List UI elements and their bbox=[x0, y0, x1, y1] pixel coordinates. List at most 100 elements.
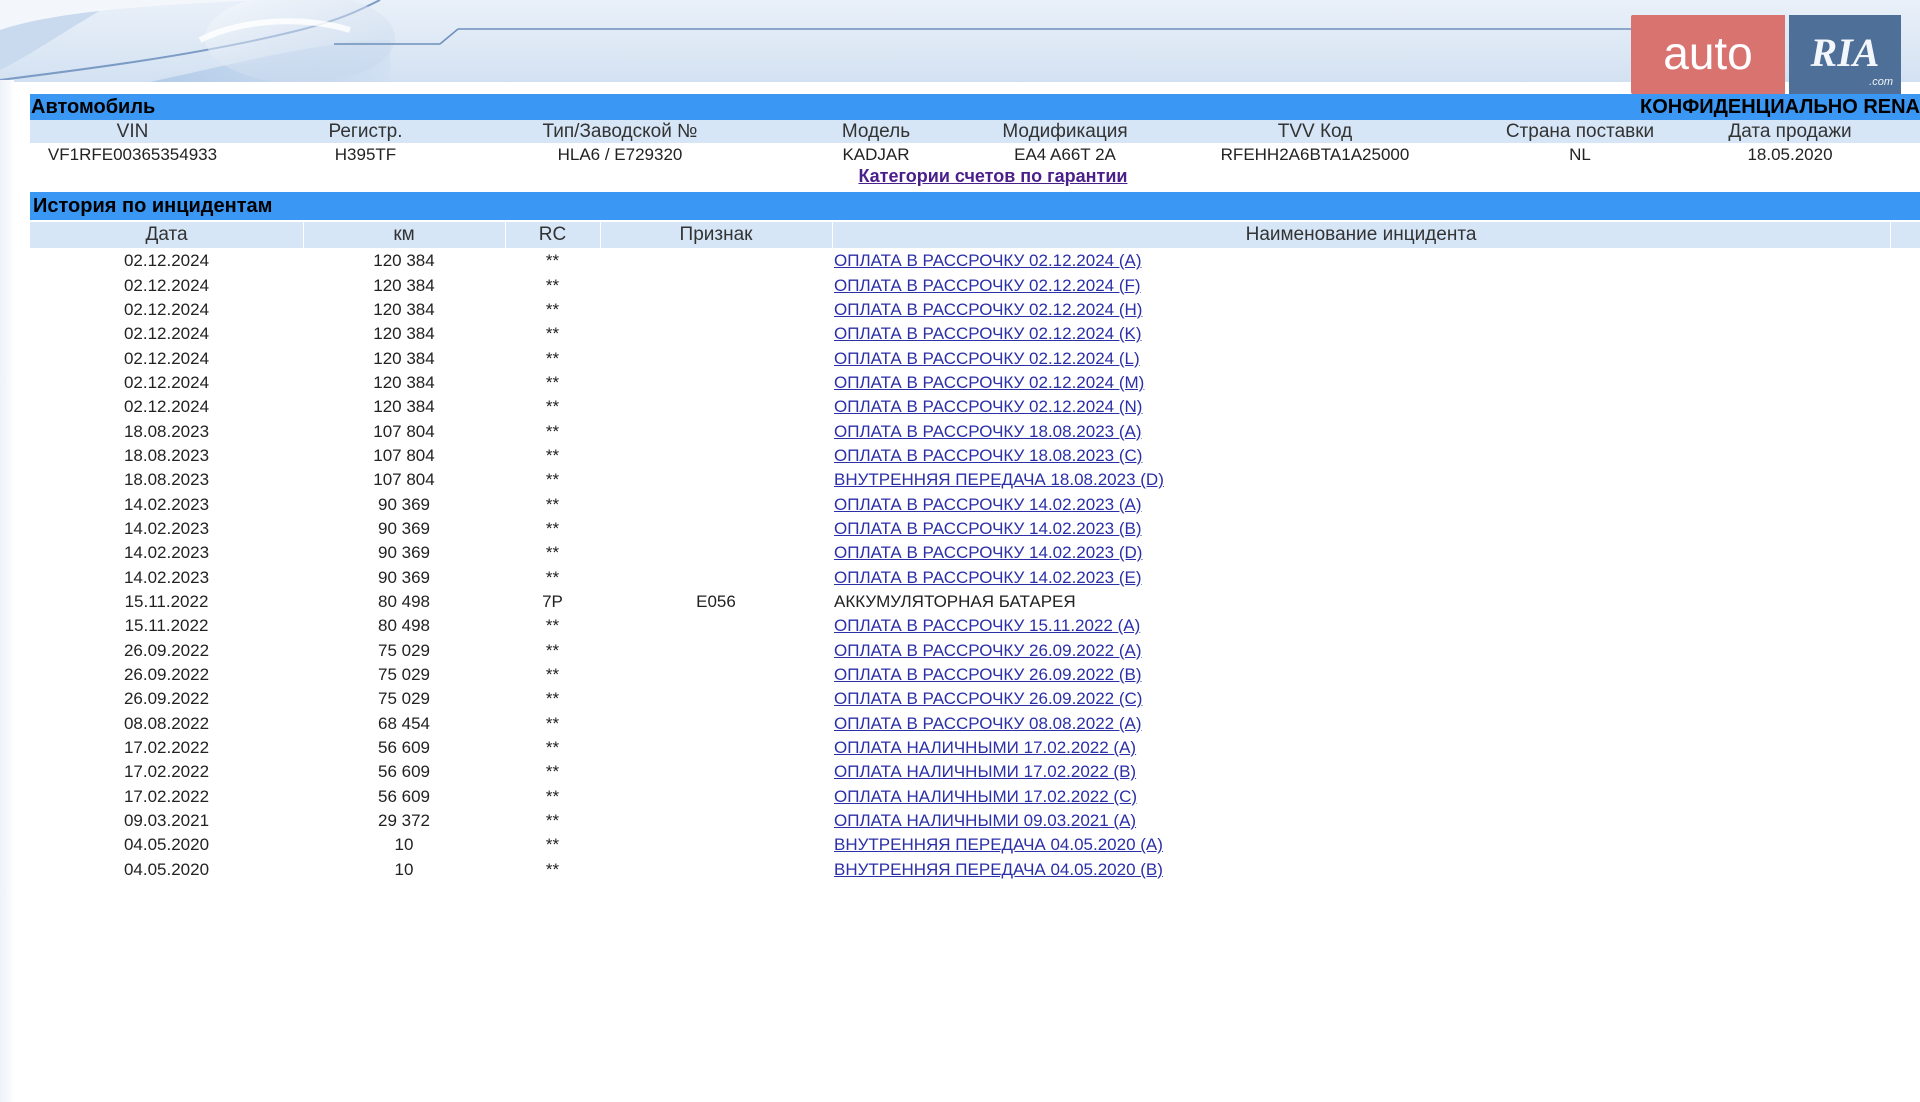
row-date: 18.08.2023 bbox=[123, 421, 210, 441]
header-vin: VIN bbox=[116, 120, 149, 142]
incident-link[interactable]: ОПЛАТА В РАССРОЧКУ 02.12.2024 (A) bbox=[834, 249, 1884, 273]
table-row: 17.02.2022 56 609 ** ОПЛАТА НАЛИЧНЫМИ 17.02… bbox=[30, 736, 1920, 760]
row-km: 56 609 bbox=[378, 762, 430, 782]
row-date: 02.12.2024 bbox=[123, 324, 210, 344]
row-km: 120 384 bbox=[373, 275, 435, 295]
row-rc: ** bbox=[545, 324, 560, 344]
table-row: 02.12.2024 120 384 ** ОПЛАТА В РАССРОЧКУ 02… bbox=[30, 371, 1920, 395]
row-km: 10 bbox=[394, 835, 414, 855]
row-rc: ** bbox=[545, 689, 560, 709]
row-rc: ** bbox=[545, 616, 560, 636]
row-date: 04.05.2020 bbox=[123, 859, 210, 879]
value-type-serial: HLA6 / E729320 bbox=[557, 144, 683, 164]
autoria-logo-ria: RIA .com bbox=[1789, 15, 1901, 94]
row-rc: ** bbox=[545, 251, 560, 271]
warranty-categories-link[interactable]: Категории счетов по гарантии bbox=[858, 166, 1127, 186]
vehicle-values-row: VF1RFE00365354933 H395TF HLA6 / E729320 … bbox=[30, 143, 1920, 166]
incident-link[interactable]: ОПЛАТА НАЛИЧНЫМИ 17.02.2022 (C) bbox=[834, 785, 1884, 809]
row-rc: ** bbox=[545, 494, 560, 514]
row-km: 120 384 bbox=[373, 397, 435, 417]
row-km: 120 384 bbox=[373, 324, 435, 344]
warranty-link-container: Категории счетов по гарантии bbox=[0, 166, 1920, 187]
row-km: 56 609 bbox=[378, 786, 430, 806]
row-sign bbox=[600, 639, 832, 663]
incident-link[interactable]: ОПЛАТА В РАССРОЧКУ 02.12.2024 (F) bbox=[834, 273, 1884, 297]
row-sign bbox=[600, 517, 832, 541]
incident-link[interactable]: ОПЛАТА НАЛИЧНЫМИ 17.02.2022 (A) bbox=[834, 736, 1884, 760]
value-sale-date: 18.05.2020 bbox=[1747, 144, 1833, 164]
incident-link[interactable]: ОПЛАТА НАЛИЧНЫМИ 17.02.2022 (B) bbox=[834, 760, 1884, 784]
row-km: 80 498 bbox=[378, 616, 430, 636]
incident-link[interactable]: ОПЛАТА В РАССРОЧКУ 14.02.2023 (B) bbox=[834, 517, 1884, 541]
header-separator bbox=[1890, 222, 1891, 248]
row-sign bbox=[600, 785, 832, 809]
table-row: 04.05.2020 10 ** ВНУТРЕННЯЯ ПЕРЕДАЧА 04.05.… bbox=[30, 833, 1920, 857]
row-km: 120 384 bbox=[373, 372, 435, 392]
row-date: 09.03.2021 bbox=[123, 811, 210, 831]
table-row: 26.09.2022 75 029 ** ОПЛАТА В РАССРОЧКУ 26.… bbox=[30, 687, 1920, 711]
incident-link[interactable]: ОПЛАТА В РАССРОЧКУ 14.02.2023 (E) bbox=[834, 565, 1884, 589]
header-model: Модель bbox=[841, 120, 911, 142]
value-vin: VF1RFE00365354933 bbox=[47, 144, 218, 164]
table-row: 14.02.2023 90 369 ** ОПЛАТА В РАССРОЧКУ 14.… bbox=[30, 492, 1920, 516]
incident-link[interactable]: ОПЛАТА В РАССРОЧКУ 26.09.2022 (C) bbox=[834, 687, 1884, 711]
incident-link[interactable]: ОПЛАТА В РАССРОЧКУ 02.12.2024 (L) bbox=[834, 346, 1884, 370]
value-registration: H395TF bbox=[334, 144, 397, 164]
incident-link[interactable]: ОПЛАТА В РАССРОЧКУ 18.08.2023 (C) bbox=[834, 444, 1884, 468]
row-rc: ** bbox=[545, 640, 560, 660]
incident-link[interactable]: ОПЛАТА В РАССРОЧКУ 26.09.2022 (B) bbox=[834, 663, 1884, 687]
vehicle-section-bar: Автомобиль КОНФИДЕНЦИАЛЬНО RENA bbox=[30, 94, 1920, 120]
incident-link[interactable]: ОПЛАТА В РАССРОЧКУ 14.02.2023 (A) bbox=[834, 492, 1884, 516]
incident-link[interactable]: ОПЛАТА В РАССРОЧКУ 08.08.2022 (A) bbox=[834, 712, 1884, 736]
row-sign bbox=[600, 419, 832, 443]
row-km: 120 384 bbox=[373, 251, 435, 271]
header-rc: RC bbox=[538, 224, 567, 245]
row-rc: ** bbox=[545, 811, 560, 831]
row-rc: ** bbox=[545, 518, 560, 538]
table-row: 18.08.2023 107 804 ** ОПЛАТА В РАССРОЧКУ 18… bbox=[30, 419, 1920, 443]
row-date: 14.02.2023 bbox=[123, 567, 210, 587]
row-date: 14.02.2023 bbox=[123, 494, 210, 514]
row-date: 15.11.2022 bbox=[124, 616, 209, 636]
incident-link[interactable]: ОПЛАТА В РАССРОЧКУ 26.09.2022 (A) bbox=[834, 639, 1884, 663]
row-rc: ** bbox=[545, 275, 560, 295]
row-sign bbox=[600, 395, 832, 419]
row-rc: ** bbox=[545, 421, 560, 441]
table-row: 26.09.2022 75 029 ** ОПЛАТА В РАССРОЧКУ 26.… bbox=[30, 663, 1920, 687]
row-sign bbox=[600, 249, 832, 273]
incident-link[interactable]: ОПЛАТА В РАССРОЧКУ 15.11.2022 (A) bbox=[834, 614, 1884, 638]
row-rc: ** bbox=[545, 738, 560, 758]
incident-link[interactable]: ОПЛАТА В РАССРОЧКУ 02.12.2024 (K) bbox=[834, 322, 1884, 346]
row-sign bbox=[600, 833, 832, 857]
logo-auto-text: auto bbox=[1663, 27, 1753, 79]
incidents-table-body: 02.12.2024 120 384 ** ОПЛАТА В РАССРОЧКУ 02… bbox=[30, 249, 1920, 882]
incident-link[interactable]: ОПЛАТА В РАССРОЧКУ 14.02.2023 (D) bbox=[834, 541, 1884, 565]
row-rc: ** bbox=[545, 713, 560, 733]
row-date: 02.12.2024 bbox=[123, 299, 210, 319]
value-tvv-code: RFEHH2A6BTA1A25000 bbox=[1220, 144, 1410, 164]
table-row: 18.08.2023 107 804 ** ОПЛАТА В РАССРОЧКУ 18… bbox=[30, 444, 1920, 468]
row-rc: ** bbox=[545, 762, 560, 782]
incident-link[interactable]: ВНУТРЕННЯЯ ПЕРЕДАЧА 18.08.2023 (D) bbox=[834, 468, 1884, 492]
table-row: 02.12.2024 120 384 ** ОПЛАТА В РАССРОЧКУ 02… bbox=[30, 395, 1920, 419]
row-rc: ** bbox=[545, 859, 560, 879]
row-date: 15.11.2022 bbox=[124, 591, 209, 611]
table-row: 02.12.2024 120 384 ** ОПЛАТА В РАССРОЧКУ 02… bbox=[30, 249, 1920, 273]
incident-link[interactable]: ОПЛАТА НАЛИЧНЫМИ 09.03.2021 (A) bbox=[834, 809, 1884, 833]
incident-link[interactable]: ОПЛАТА В РАССРОЧКУ 02.12.2024 (M) bbox=[834, 371, 1884, 395]
row-sign bbox=[600, 541, 832, 565]
incident-link[interactable]: ОПЛАТА В РАССРОЧКУ 02.12.2024 (N) bbox=[834, 395, 1884, 419]
header-modification: Модификация bbox=[1002, 120, 1128, 142]
incident-link[interactable]: ОПЛАТА В РАССРОЧКУ 18.08.2023 (A) bbox=[834, 419, 1884, 443]
incident-link[interactable]: ВНУТРЕННЯЯ ПЕРЕДАЧА 04.05.2020 (A) bbox=[834, 833, 1884, 857]
row-km: 75 029 bbox=[378, 640, 430, 660]
incident-link[interactable]: ОПЛАТА В РАССРОЧКУ 02.12.2024 (H) bbox=[834, 298, 1884, 322]
autoria-logo-auto: auto bbox=[1631, 15, 1785, 94]
header-type-serial: Тип/Заводской № bbox=[542, 120, 698, 142]
row-date: 14.02.2023 bbox=[123, 543, 210, 563]
row-sign: E056 bbox=[696, 591, 736, 611]
header-tvv-code: TVV Код bbox=[1277, 120, 1353, 142]
row-rc: ** bbox=[545, 372, 560, 392]
row-date: 02.12.2024 bbox=[123, 372, 210, 392]
incident-link[interactable]: ВНУТРЕННЯЯ ПЕРЕДАЧА 04.05.2020 (B) bbox=[834, 858, 1884, 882]
